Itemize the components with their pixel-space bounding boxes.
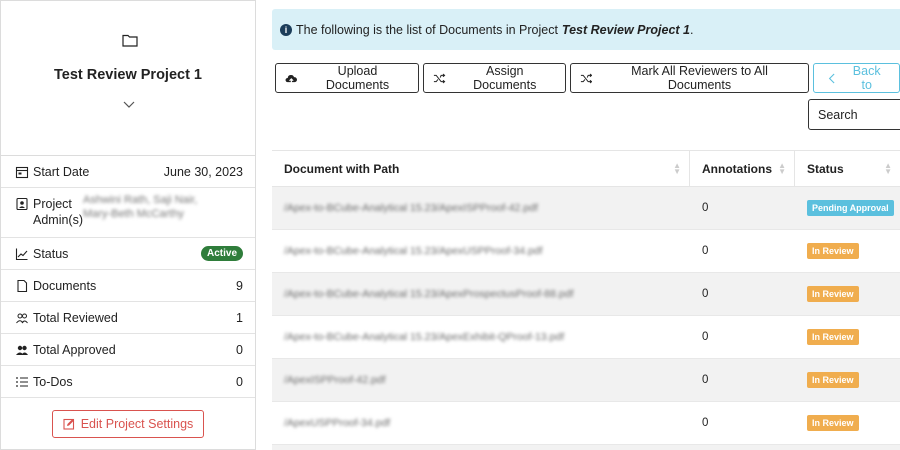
annotations-count: 0 [702, 245, 709, 257]
annotations-count: 0 [702, 331, 709, 343]
document-icon [17, 279, 28, 292]
status-label: Status [33, 246, 69, 261]
total-reviewed-value: 1 [236, 310, 243, 325]
back-label: Back to [852, 64, 881, 92]
table-row[interactable]: /ApexUSPProof-34.pdf 0 In Review [272, 402, 900, 445]
shuffle-icon [434, 73, 446, 83]
table-row[interactable]: /Apex-to-BCube-Analytical 15.23/ApexPros… [272, 273, 900, 316]
document-path[interactable]: /ApexISPProof-42.pdf [284, 374, 386, 386]
chevron-left-icon [828, 73, 835, 83]
mark-all-reviewers-label: Mark All Reviewers to All Documents [631, 64, 768, 92]
admin-names-line1: Ashwini Rath, Saji Nair, [83, 194, 198, 206]
document-toolbar: Upload Documents Assign Documents Mark A… [275, 63, 900, 93]
admin-label-line2: Admin(s) [33, 213, 84, 227]
mark-all-reviewers-button[interactable]: Mark All Reviewers to All Documents [569, 63, 809, 93]
main-content: i The following is the list of Documents… [272, 0, 900, 450]
alert-suffix: . [690, 22, 694, 37]
document-path[interactable]: /Apex-to-BCube-Analytical 15.23/ApexExhi… [284, 331, 564, 343]
back-button[interactable]: Back to [812, 63, 900, 93]
project-title: Test Review Project 1 [53, 67, 203, 83]
admin-names-line2: Mary-Beth McCarthy [83, 208, 184, 220]
table-row[interactable]: /Apex-to-BCube-Analytical 15.23/ApexExhi… [272, 316, 900, 359]
start-date-row: Start Date June 30, 2023 [1, 156, 255, 188]
annotations-count: 0 [702, 202, 709, 214]
upload-documents-button[interactable]: Upload Documents [275, 63, 420, 93]
status-badge: In Review [807, 243, 859, 259]
documents-row: Documents 9 [1, 270, 255, 302]
list-icon [16, 376, 28, 387]
column-header-status[interactable]: Status ▲ ▼ [795, 151, 900, 186]
people-outline-icon [16, 313, 28, 323]
annotations-count: 0 [702, 288, 709, 300]
status-badge: Active [200, 246, 243, 261]
edit-project-settings-button[interactable]: Edit Project Settings [51, 410, 205, 438]
column-header-annotations[interactable]: Annotations ▲ ▼ [690, 151, 795, 186]
status-row: Status Active [1, 238, 255, 270]
document-path[interactable]: /Apex-to-BCube-Analytical 15.23/ApexUSPP… [284, 245, 543, 257]
documents-table: Document with Path ▲ ▼ Annotations ▲ ▼ Sta… [272, 150, 900, 450]
info-icon: i [280, 23, 292, 36]
annotations-count: 0 [702, 417, 709, 429]
sort-icon: ▲ ▼ [778, 160, 786, 176]
total-approved-label: Total Approved [33, 342, 116, 357]
project-header: Test Review Project 1 [1, 1, 255, 156]
todos-value: 0 [236, 374, 243, 389]
alert-prefix: The following is the list of Documents i… [296, 22, 558, 37]
chevron-down-icon[interactable] [123, 101, 135, 109]
sort-icon: ▲ ▼ [673, 160, 681, 176]
shuffle-icon [580, 73, 592, 83]
start-date-value: June 30, 2023 [163, 164, 243, 179]
total-approved-row: Total Approved 0 [1, 334, 255, 366]
total-approved-value: 0 [236, 342, 243, 357]
status-badge: In Review [807, 372, 859, 388]
documents-label: Documents [33, 278, 97, 293]
assign-documents-label: Assign Documents [473, 64, 537, 92]
table-row[interactable]: /Apex-to-BCube-Analytical 15.23/ApexISPP… [272, 187, 900, 230]
people-filled-icon [16, 345, 28, 355]
todos-row: To-Dos 0 [1, 366, 255, 398]
edit-project-settings-label: Edit Project Settings [80, 417, 194, 431]
cloud-upload-icon [285, 74, 297, 84]
documents-value: 9 [236, 278, 243, 293]
calendar-icon [15, 166, 29, 178]
table-row[interactable] [272, 445, 900, 450]
annotations-count: 0 [702, 374, 709, 386]
document-path[interactable]: /Apex-to-BCube-Analytical 15.23/ApexPros… [284, 288, 574, 300]
sort-icon: ▲ ▼ [884, 160, 892, 176]
alert-project-name: Test Review Project 1 [561, 22, 690, 37]
id-badge-icon [16, 197, 28, 211]
search-input[interactable]: Search [808, 99, 900, 130]
table-row[interactable]: /Apex-to-BCube-Analytical 15.23/ApexUSPP… [272, 230, 900, 273]
project-sidebar: Test Review Project 1 Start Date June 30… [0, 0, 256, 450]
edit-icon [63, 418, 74, 430]
line-chart-icon [15, 248, 28, 260]
total-reviewed-label: Total Reviewed [33, 310, 118, 325]
column-header-path[interactable]: Document with Path ▲ ▼ [272, 151, 690, 186]
status-badge: In Review [807, 329, 859, 345]
document-path[interactable]: /Apex-to-BCube-Analytical 15.23/ApexISPP… [284, 202, 538, 214]
todos-label: To-Dos [33, 374, 73, 389]
info-alert: i The following is the list of Documents… [272, 9, 900, 50]
assign-documents-button[interactable]: Assign Documents [423, 63, 566, 93]
table-row[interactable]: /ApexISPProof-42.pdf 0 In Review [272, 359, 900, 402]
project-admins-row: Project Admin(s) Ashwini Rath, Saji Nair… [1, 188, 255, 238]
table-header: Document with Path ▲ ▼ Annotations ▲ ▼ Sta… [272, 151, 900, 187]
status-badge: In Review [807, 415, 859, 431]
start-date-label: Start Date [33, 164, 90, 179]
total-reviewed-row: Total Reviewed 1 [1, 302, 255, 334]
status-badge: In Review [807, 286, 859, 302]
upload-documents-label: Upload Documents [325, 64, 390, 92]
document-path[interactable]: /ApexUSPProof-34.pdf [284, 417, 390, 429]
admin-names: Ashwini Rath, Saji Nair, Mary-Beth McCar… [83, 193, 223, 221]
folder-icon [122, 34, 138, 47]
admin-label-line1: Project [33, 197, 72, 211]
status-badge: Pending Approval [807, 200, 894, 216]
